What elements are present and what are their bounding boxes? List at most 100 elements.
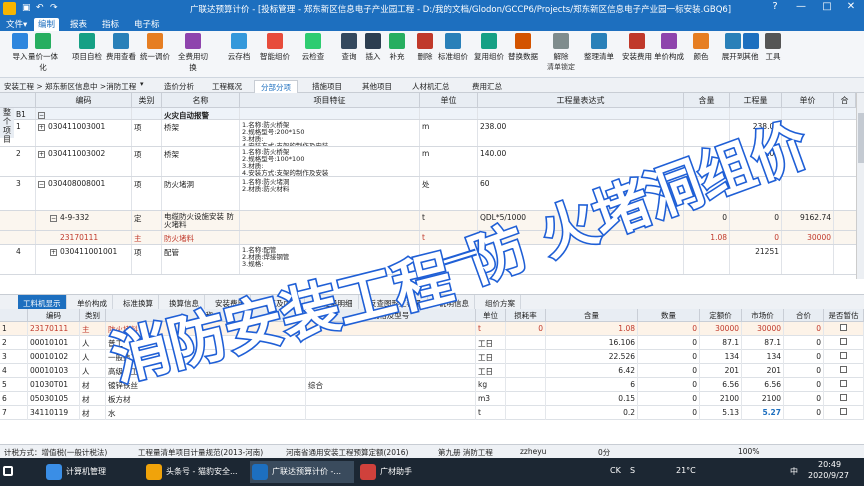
cell-code[interactable]: +030411001001 (36, 245, 132, 274)
checkbox-icon[interactable] (840, 380, 847, 387)
taskbar-item-computer-management[interactable]: 计算机管理 (44, 461, 138, 483)
ribbon-button-8[interactable]: 云检查 (296, 33, 330, 62)
cell-price[interactable]: 30000 (782, 231, 834, 244)
cell-name[interactable]: 水 (106, 406, 306, 420)
provisional-checkbox[interactable] (824, 378, 864, 392)
cell-qty[interactable] (730, 177, 782, 210)
cell-market[interactable]: 87.1 (742, 336, 784, 350)
ribbon-button-18[interactable]: 安装费用 (620, 33, 654, 62)
cell-market[interactable]: 6.56 (742, 378, 784, 392)
detail-tab-3[interactable]: 换算信息 (164, 295, 205, 310)
cell-quota[interactable]: 134 (700, 350, 742, 364)
project-breadcrumb[interactable]: 安装工程 > 郑东新区信息中 >消防工程 (4, 81, 154, 92)
provisional-checkbox[interactable] (824, 350, 864, 364)
detail-tab-0[interactable]: 工料机显示 (18, 295, 67, 310)
cell-code[interactable]: 00010103 (28, 364, 80, 378)
cell-expr[interactable]: 238.00 (478, 120, 684, 146)
cell-spec[interactable] (306, 350, 476, 364)
detail-tab-9[interactable]: 组价方案 (480, 295, 521, 310)
cell-unit[interactable]: 处 (420, 177, 478, 210)
cell-total[interactable]: 0 (784, 350, 824, 364)
close-button[interactable]: ✕ (842, 1, 860, 12)
checkbox-icon[interactable] (840, 324, 847, 331)
cell-content[interactable]: 0.15 (546, 392, 638, 406)
cell-unit[interactable]: m (420, 120, 478, 146)
cell-price[interactable] (782, 120, 834, 146)
cell-spec[interactable] (306, 336, 476, 350)
cell-name[interactable]: 桥架 (162, 120, 240, 146)
cell-content[interactable] (684, 177, 730, 210)
cell-spec[interactable] (306, 392, 476, 406)
cell-unit[interactable]: 工日 (476, 350, 506, 364)
cell-cat[interactable]: 项 (132, 177, 162, 210)
cell-code[interactable]: 00010102 (28, 350, 80, 364)
collapse-icon[interactable]: − (38, 112, 45, 119)
cell-feature[interactable]: 1.名称:防火桥架 2.规格型号:100*100 3.材质: 4.安装方式:支架… (240, 147, 420, 176)
ribbon-button-1[interactable]: 量价一体化 (26, 33, 60, 73)
cell-name[interactable]: 桥架 (162, 147, 240, 176)
cell-cat[interactable]: 人 (80, 364, 106, 378)
help-icon[interactable]: ? (766, 1, 784, 12)
expand-icon[interactable]: + (38, 151, 45, 158)
ribbon-button-19[interactable]: 单价构成 (652, 33, 686, 62)
cell-loss[interactable] (506, 392, 546, 406)
cell-feature[interactable]: 1.名称:防火桥架 2.规格型号:200*150 3.材质: 4.安装方式:支架… (240, 120, 420, 146)
start-button[interactable] (0, 461, 13, 483)
table-row[interactable]: 2 +030411003002 项桥架 1.名称:防火桥架 2.规格型号:100*10… (0, 147, 856, 177)
cell-total[interactable]: 0 (784, 364, 824, 378)
ribbon-button-20[interactable]: 颜色 (684, 33, 718, 62)
cell-total[interactable]: 0 (784, 322, 824, 336)
cell-name[interactable]: 配管 (162, 245, 240, 274)
ribbon-button-5[interactable]: 全费用切换 (176, 33, 210, 73)
cell-content[interactable]: 0 (684, 211, 730, 230)
tab-cost-analysis[interactable]: 造价分析 (158, 80, 200, 93)
cell-feature[interactable] (240, 108, 420, 119)
cell-quota[interactable]: 30000 (700, 322, 742, 336)
tab-fee-summary[interactable]: 费用汇总 (466, 80, 508, 93)
ribbon-button-2[interactable]: 项目自检 (70, 33, 104, 62)
cell-code[interactable]: 23170111 (28, 322, 80, 336)
tab-other-items[interactable]: 其他项目 (356, 80, 398, 93)
cell-code[interactable]: 01030T01 (28, 378, 80, 392)
cell-expr[interactable]: 60 (478, 177, 684, 210)
undo-icon[interactable]: ↶ (36, 3, 44, 13)
cell-loss[interactable]: 0 (506, 322, 546, 336)
cell-content[interactable] (684, 108, 730, 119)
cell-name[interactable]: 镀锌铁丝 (106, 378, 306, 392)
detail-tab-6[interactable]: 工程量明细 (310, 295, 359, 310)
cell-unit[interactable]: 工日 (476, 336, 506, 350)
cell-quota[interactable]: 2100 (700, 392, 742, 406)
cell-count[interactable]: 0 (638, 336, 700, 350)
cell-content[interactable] (684, 120, 730, 146)
cell-quota[interactable]: 5.13 (700, 406, 742, 420)
tray-sogou-icon[interactable]: S (630, 466, 635, 475)
chevron-down-icon[interactable]: ▾ (140, 80, 144, 88)
checkbox-icon[interactable] (840, 352, 847, 359)
list-item[interactable]: 5 01030T01 材镀锌铁丝 综合 kg 6 0 6.56 6.56 0 (0, 378, 864, 392)
list-item[interactable]: 3 00010102 人一般技工 工日 22.526 0 134 134 0 (0, 350, 864, 364)
cell-quota[interactable]: 87.1 (700, 336, 742, 350)
table-row[interactable]: −4-9-332 定电缆防火设施安装 防火堵料 t QDL*5/1000 0 0 9162.… (0, 211, 856, 231)
cell-code[interactable]: +030411003001 (36, 120, 132, 146)
cell-code[interactable]: +030411003002 (36, 147, 132, 176)
cell-loss[interactable] (506, 336, 546, 350)
list-item[interactable]: 4 00010103 人高级技工 工日 6.42 0 201 201 0 (0, 364, 864, 378)
cell-qty[interactable]: 140.00 (730, 147, 782, 176)
checkbox-icon[interactable] (840, 338, 847, 345)
cell-expr[interactable] (478, 231, 684, 244)
table-row[interactable]: 4 +030411001001 项配管 1.名称:配管 2.材质:焊接钢管 3.规格:… (0, 245, 856, 275)
cell-cat[interactable]: 项 (132, 147, 162, 176)
cell-name[interactable]: 电缆防火设施安装 防火堵料 (162, 211, 240, 230)
detail-tab-1[interactable]: 单价构成 (72, 295, 113, 310)
table-row[interactable]: B1− 火灾自动报警 (0, 108, 856, 120)
cell-code[interactable]: −4-9-332 (36, 211, 132, 230)
cell-loss[interactable] (506, 378, 546, 392)
cell-feature[interactable] (240, 211, 420, 230)
cell-qty[interactable]: 238.00 (730, 120, 782, 146)
provisional-checkbox[interactable] (824, 392, 864, 406)
taskbar-item-glodon[interactable]: 广联达预算计价 -... (250, 461, 354, 483)
cell-cat[interactable]: 项 (132, 120, 162, 146)
cell-name[interactable]: 火灾自动报警 (162, 108, 240, 120)
cell-code[interactable]: 00010101 (28, 336, 80, 350)
ribbon-button-16[interactable]: 解除 清单锁定 (544, 33, 578, 72)
